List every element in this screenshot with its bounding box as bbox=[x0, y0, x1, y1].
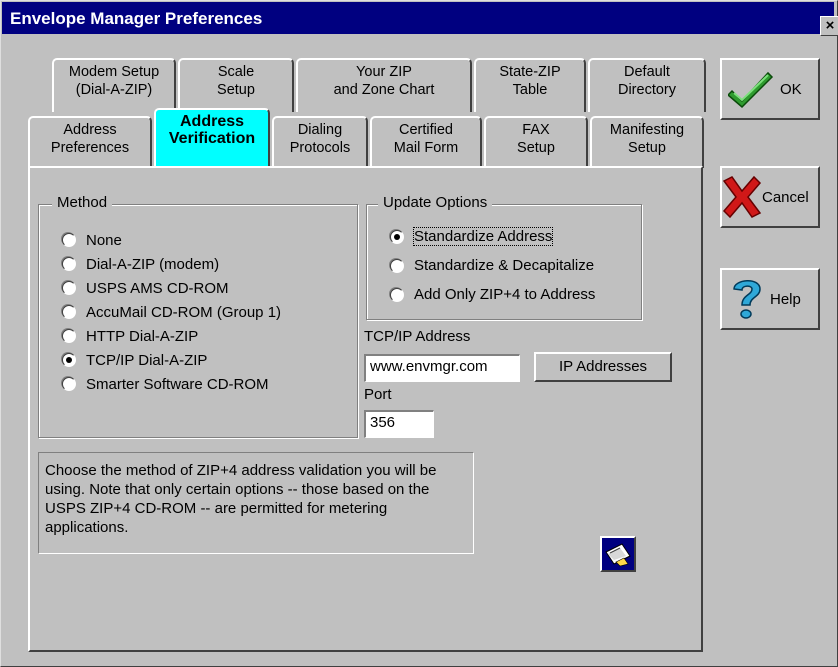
tab-label: Scale Setup bbox=[217, 64, 255, 98]
method-option-dial-a-zip-modem[interactable]: Dial-A-ZIP (modem) bbox=[62, 252, 281, 276]
tab-your-zip-zone-chart[interactable]: Your ZIP and Zone Chart bbox=[296, 58, 472, 112]
option-label: USPS AMS CD-ROM bbox=[86, 279, 229, 297]
update-options: Standardize Address Standardize & Decapi… bbox=[390, 222, 595, 309]
tab-dialing-protocols[interactable]: Dialing Protocols bbox=[272, 116, 368, 168]
close-button[interactable]: × bbox=[820, 16, 838, 36]
tab-certified-mail-form[interactable]: Certified Mail Form bbox=[370, 116, 482, 168]
cancel-button[interactable]: Cancel bbox=[720, 166, 820, 228]
tab-scale-setup[interactable]: Scale Setup bbox=[178, 58, 294, 112]
method-option-usps-ams-cd-rom[interactable]: USPS AMS CD-ROM bbox=[62, 276, 281, 300]
tab-fax-setup[interactable]: FAX Setup bbox=[484, 116, 588, 168]
tcpip-address-label: TCP/IP Address bbox=[364, 328, 471, 345]
tab-label: Modem Setup (Dial-A-ZIP) bbox=[68, 64, 160, 98]
method-option-smarter-software-cd-rom[interactable]: Smarter Software CD-ROM bbox=[62, 372, 281, 396]
tab-address-preferences[interactable]: Address Preferences bbox=[28, 116, 152, 168]
tab-label: Your ZIP and Zone Chart bbox=[333, 64, 435, 98]
update-option-standardize-address[interactable]: Standardize Address bbox=[390, 222, 595, 251]
method-legend: Method bbox=[52, 194, 113, 211]
update-options-legend: Update Options bbox=[378, 194, 493, 211]
ip-addresses-button[interactable]: IP Addresses bbox=[534, 352, 672, 382]
radio-button[interactable] bbox=[62, 353, 76, 367]
close-icon: × bbox=[825, 17, 835, 34]
option-label: None bbox=[86, 231, 122, 249]
ok-label: OK bbox=[780, 80, 802, 98]
tab-state-zip-table[interactable]: State-ZIP Table bbox=[474, 58, 586, 112]
method-option-accumail-cd-rom[interactable]: AccuMail CD-ROM (Group 1) bbox=[62, 300, 281, 324]
option-label: AccuMail CD-ROM (Group 1) bbox=[86, 303, 282, 321]
ok-button[interactable]: OK bbox=[720, 58, 820, 120]
tab-label: Manifesting Setup bbox=[609, 122, 685, 156]
method-option-tcpip-dial-a-zip[interactable]: TCP/IP Dial-A-ZIP bbox=[62, 348, 281, 372]
help-text-box: Choose the method of ZIP+4 address valid… bbox=[38, 452, 474, 554]
radio-button[interactable] bbox=[390, 287, 404, 302]
option-label: Dial-A-ZIP (modem) bbox=[86, 255, 220, 273]
option-label: Smarter Software CD-ROM bbox=[86, 375, 269, 393]
update-option-standardize-decapitalize[interactable]: Standardize & Decapitalize bbox=[390, 251, 595, 280]
radio-button[interactable] bbox=[62, 377, 76, 391]
tcpip-address-field[interactable]: www.envmgr.com bbox=[364, 354, 520, 382]
radio-button[interactable] bbox=[62, 281, 76, 295]
option-label: Add Only ZIP+4 to Address bbox=[414, 286, 596, 303]
tab-manifesting-setup[interactable]: Manifesting Setup bbox=[590, 116, 704, 168]
radio-button[interactable] bbox=[390, 229, 404, 244]
checkmark-icon bbox=[728, 71, 774, 109]
port-label: Port bbox=[364, 386, 392, 403]
tab-label: State-ZIP Table bbox=[499, 64, 561, 98]
radio-button[interactable] bbox=[62, 257, 76, 271]
update-option-add-only-zip4[interactable]: Add Only ZIP+4 to Address bbox=[390, 280, 595, 309]
method-option-http-dial-a-zip[interactable]: HTTP Dial-A-ZIP bbox=[62, 324, 281, 348]
cancel-label: Cancel bbox=[762, 188, 809, 206]
radio-button[interactable] bbox=[62, 233, 76, 247]
radio-button[interactable] bbox=[62, 329, 76, 343]
red-x-icon bbox=[722, 175, 762, 219]
tab-label: Address Verification bbox=[168, 113, 256, 147]
method-options: None Dial-A-ZIP (modem) USPS AMS CD-ROM … bbox=[62, 228, 281, 396]
tab-modem-setup[interactable]: Modem Setup (Dial-A-ZIP) bbox=[52, 58, 176, 112]
method-option-none[interactable]: None bbox=[62, 228, 281, 252]
help-button[interactable]: Help bbox=[720, 268, 820, 330]
tab-label: Address Preferences bbox=[50, 122, 130, 156]
help-label: Help bbox=[770, 290, 801, 308]
radio-button[interactable] bbox=[62, 305, 76, 319]
tab-default-directory[interactable]: Default Directory bbox=[588, 58, 706, 112]
tab-label: FAX Setup bbox=[517, 122, 555, 156]
port-field[interactable]: 356 bbox=[364, 410, 434, 438]
option-label: Standardize & Decapitalize bbox=[414, 257, 595, 274]
envelope-icon bbox=[600, 536, 636, 572]
tab-address-verification[interactable]: Address Verification bbox=[154, 108, 270, 168]
window-title: Envelope Manager Preferences bbox=[10, 9, 263, 28]
title-bar[interactable]: Envelope Manager Preferences bbox=[2, 2, 834, 34]
tab-label: Dialing Protocols bbox=[289, 122, 351, 156]
question-mark-icon bbox=[733, 280, 761, 319]
option-label: Standardize Address bbox=[412, 227, 554, 246]
option-label: HTTP Dial-A-ZIP bbox=[86, 327, 199, 345]
tab-label: Certified Mail Form bbox=[393, 122, 459, 156]
option-label: TCP/IP Dial-A-ZIP bbox=[86, 351, 208, 369]
radio-button[interactable] bbox=[390, 258, 404, 273]
tab-label: Default Directory bbox=[617, 64, 676, 98]
